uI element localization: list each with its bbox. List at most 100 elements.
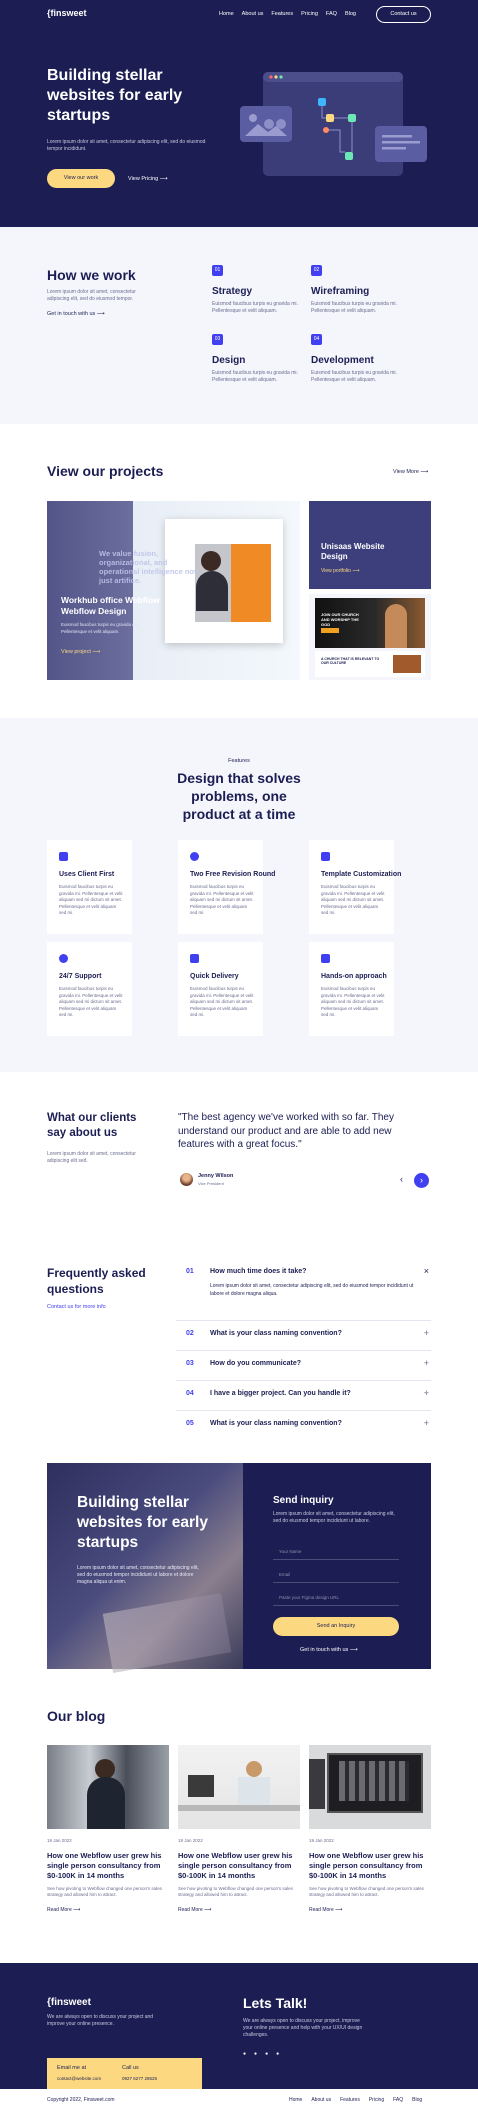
post-title[interactable]: How one Webflow user grew his single per… <box>309 1851 431 1881</box>
footer-link-faq[interactable]: FAQ <box>393 2097 403 2103</box>
step-description: Euismod faucibus turpis eu gravida mi. P… <box>311 301 397 314</box>
plus-icon[interactable]: + <box>424 1358 429 1368</box>
contact-us-link[interactable]: Contact us for more info <box>47 1304 106 1310</box>
step-description: Euismod faucibus turpis eu gravida mi. P… <box>311 370 397 383</box>
read-more-link[interactable]: Read More ⟶ <box>309 1907 342 1913</box>
figma-url-input[interactable]: Paste your Figma design URL <box>273 1589 399 1606</box>
testimonial-heading: What our clients say about us <box>47 1112 137 1139</box>
blog-post-card[interactable]: 19 Jan 2022 How one Webflow user grew hi… <box>47 1745 169 1913</box>
step-number: 01 <box>212 265 223 276</box>
post-excerpt: See how pivoting to Webflow changed one … <box>309 1886 424 1897</box>
plus-icon[interactable]: + <box>424 1418 429 1428</box>
plus-icon[interactable]: + <box>424 1388 429 1398</box>
nav-link-faq[interactable]: FAQ <box>326 11 337 17</box>
view-more-link[interactable]: View More ⟶ <box>393 469 428 475</box>
nav-link-about[interactable]: About us <box>242 11 264 17</box>
talk-title: Lets Talk! <box>243 1995 308 2011</box>
blog-post-card[interactable]: 19 Jan 2022 How one Webflow user grew hi… <box>178 1745 300 1913</box>
cta-description: Lorem ipsum dolor sit amet, consectetur … <box>77 1565 199 1585</box>
faq-item[interactable]: 02 What is your class naming convention? + <box>176 1321 431 1351</box>
project-card-church[interactable]: JOIN OUR CHURCH AND WORSHIP THE GOD A CH… <box>309 594 431 680</box>
email-link[interactable]: contact@website.com <box>57 2076 101 2081</box>
feature-card: Template Customization Euismod faucibus t… <box>309 840 401 934</box>
faq-question: I have a bigger project. Can you handle … <box>210 1390 351 1397</box>
step-number: 03 <box>212 334 223 345</box>
instagram-icon[interactable]: ● <box>265 2051 268 2057</box>
feature-card: 24/7 Support Euismod faucibus turpis eu g… <box>47 942 132 1036</box>
hero-illustration <box>240 72 427 176</box>
read-more-link[interactable]: Read More ⟶ <box>178 1907 211 1913</box>
feature-title: Quick Delivery <box>190 973 239 980</box>
get-in-touch-link[interactable]: Get in touch with us ⟶ <box>47 311 105 317</box>
call-label: Call us <box>122 2065 139 2071</box>
twitter-icon[interactable]: ● <box>254 2051 257 2057</box>
step-title: Development <box>311 355 374 366</box>
feature-card: Hands-on approach Euismod faucibus turpis… <box>309 942 394 1036</box>
post-title[interactable]: How one Webflow user grew his single per… <box>178 1851 300 1881</box>
faq-item[interactable]: 04 I have a bigger project. Can you handl… <box>176 1381 431 1411</box>
project-card-workhub[interactable]: We value fusion, organizational, and ope… <box>47 501 300 680</box>
testimonial-section: What our clients say about us Lorem ipsu… <box>0 1072 478 1224</box>
step-title: Design <box>212 355 246 366</box>
faq-item[interactable]: 03 How do you communicate? + <box>176 1351 431 1381</box>
email-input[interactable]: Email <box>273 1566 399 1583</box>
faq-question: How do you communicate? <box>210 1360 302 1367</box>
feature-description: Euismod faucibus turpis eu gravida mi. P… <box>190 986 254 1017</box>
hero-title: Building stellar websites for early star… <box>47 67 183 124</box>
hero-section: {finsweet Home About us Features Pricing… <box>0 0 478 227</box>
linkedin-icon[interactable]: ● <box>276 2051 279 2057</box>
logo[interactable]: {finsweet <box>47 8 87 18</box>
faq-item[interactable]: 01 How much time does it take? × Lorem i… <box>176 1259 431 1321</box>
post-title[interactable]: How one Webflow user grew his single per… <box>47 1851 169 1881</box>
nav-link-blog[interactable]: Blog <box>345 11 356 17</box>
project-description: Euismod faucibus turpis eu gravida mi. P… <box>61 622 139 634</box>
facebook-icon[interactable]: ● <box>243 2051 246 2057</box>
how-we-work-description: Lorem ipsum dolor sit amet, consectetur … <box>47 289 136 302</box>
contact-box: Email me at contact@website.com Call us … <box>47 2058 202 2090</box>
footer-logo[interactable]: {finsweet <box>47 1997 91 2008</box>
footer-link-blog[interactable]: Blog <box>412 2097 422 2103</box>
view-work-button[interactable]: View our work <box>47 169 115 188</box>
church-heading: JOIN OUR CHURCH AND WORSHIP THE GOD <box>321 612 359 627</box>
faq-item[interactable]: 05 What is your class naming convention? + <box>176 1411 431 1441</box>
how-we-work-section: How we work Lorem ipsum dolor sit amet, … <box>0 227 478 424</box>
footer-link-pricing[interactable]: Pricing <box>369 2097 384 2103</box>
step-number: 04 <box>311 334 322 345</box>
view-pricing-link[interactable]: View Pricing ⟶ <box>128 176 168 182</box>
footer-link-about[interactable]: About us <box>311 2097 331 2103</box>
feature-description: Euismod faucibus turpis eu gravida mi. P… <box>321 986 385 1017</box>
check-circle-icon <box>190 852 199 861</box>
blog-post-card[interactable]: 19 Jan 2022 How one Webflow user grew hi… <box>309 1745 431 1913</box>
close-icon[interactable]: × <box>424 1266 429 1276</box>
projects-title: View our projects <box>47 463 164 479</box>
next-arrow-icon[interactable]: › <box>414 1173 429 1188</box>
copyright: Copyright 2022, Finsweet.com <box>47 2097 115 2103</box>
plus-icon[interactable]: + <box>424 1328 429 1338</box>
project-overlay-text: We value fusion, organizational, and ope… <box>99 549 197 585</box>
nav-link-features[interactable]: Features <box>271 11 293 17</box>
feature-description: Euismod faucibus turpis eu gravida mi. P… <box>59 884 123 915</box>
features-section: Features Design that solves problems, on… <box>0 718 478 1072</box>
nav-link-home[interactable]: Home <box>219 11 234 17</box>
features-eyebrow: Features <box>228 758 250 764</box>
footer-description: We are always open to discuss your proje… <box>47 2014 154 2027</box>
view-project-link[interactable]: View project ⟶ <box>61 649 100 655</box>
feature-card: Uses Client First Euismod faucibus turpis… <box>47 840 132 934</box>
nav-link-pricing[interactable]: Pricing <box>301 11 318 17</box>
read-more-link[interactable]: Read More ⟶ <box>47 1907 80 1913</box>
prev-arrow-icon[interactable]: ‹ <box>400 1174 403 1184</box>
view-portfolio-link[interactable]: View portfolio ⟶ <box>321 568 360 574</box>
footer-link-home[interactable]: Home <box>289 2097 302 2103</box>
send-inquiry-button[interactable]: Send an Inquiry <box>273 1617 399 1636</box>
project-card-unisaas[interactable]: Unisaas Website Design View portfolio ⟶ <box>309 501 431 589</box>
arrow-right-icon: ⟶ <box>420 469 429 475</box>
faq-number: 02 <box>186 1330 194 1337</box>
step-number: 02 <box>311 265 322 276</box>
name-input[interactable]: Your Name <box>273 1543 399 1560</box>
get-in-touch-link[interactable]: Get in touch with us ⟶ <box>300 1647 358 1653</box>
phone-link[interactable]: 0927 6277 28525 <box>122 2076 157 2081</box>
footer-link-features[interactable]: Features <box>340 2097 360 2103</box>
how-we-work-title: How we work <box>47 267 136 283</box>
contact-button[interactable]: Contact us <box>376 6 431 23</box>
arrow-right-icon: ⟶ <box>73 1907 81 1913</box>
